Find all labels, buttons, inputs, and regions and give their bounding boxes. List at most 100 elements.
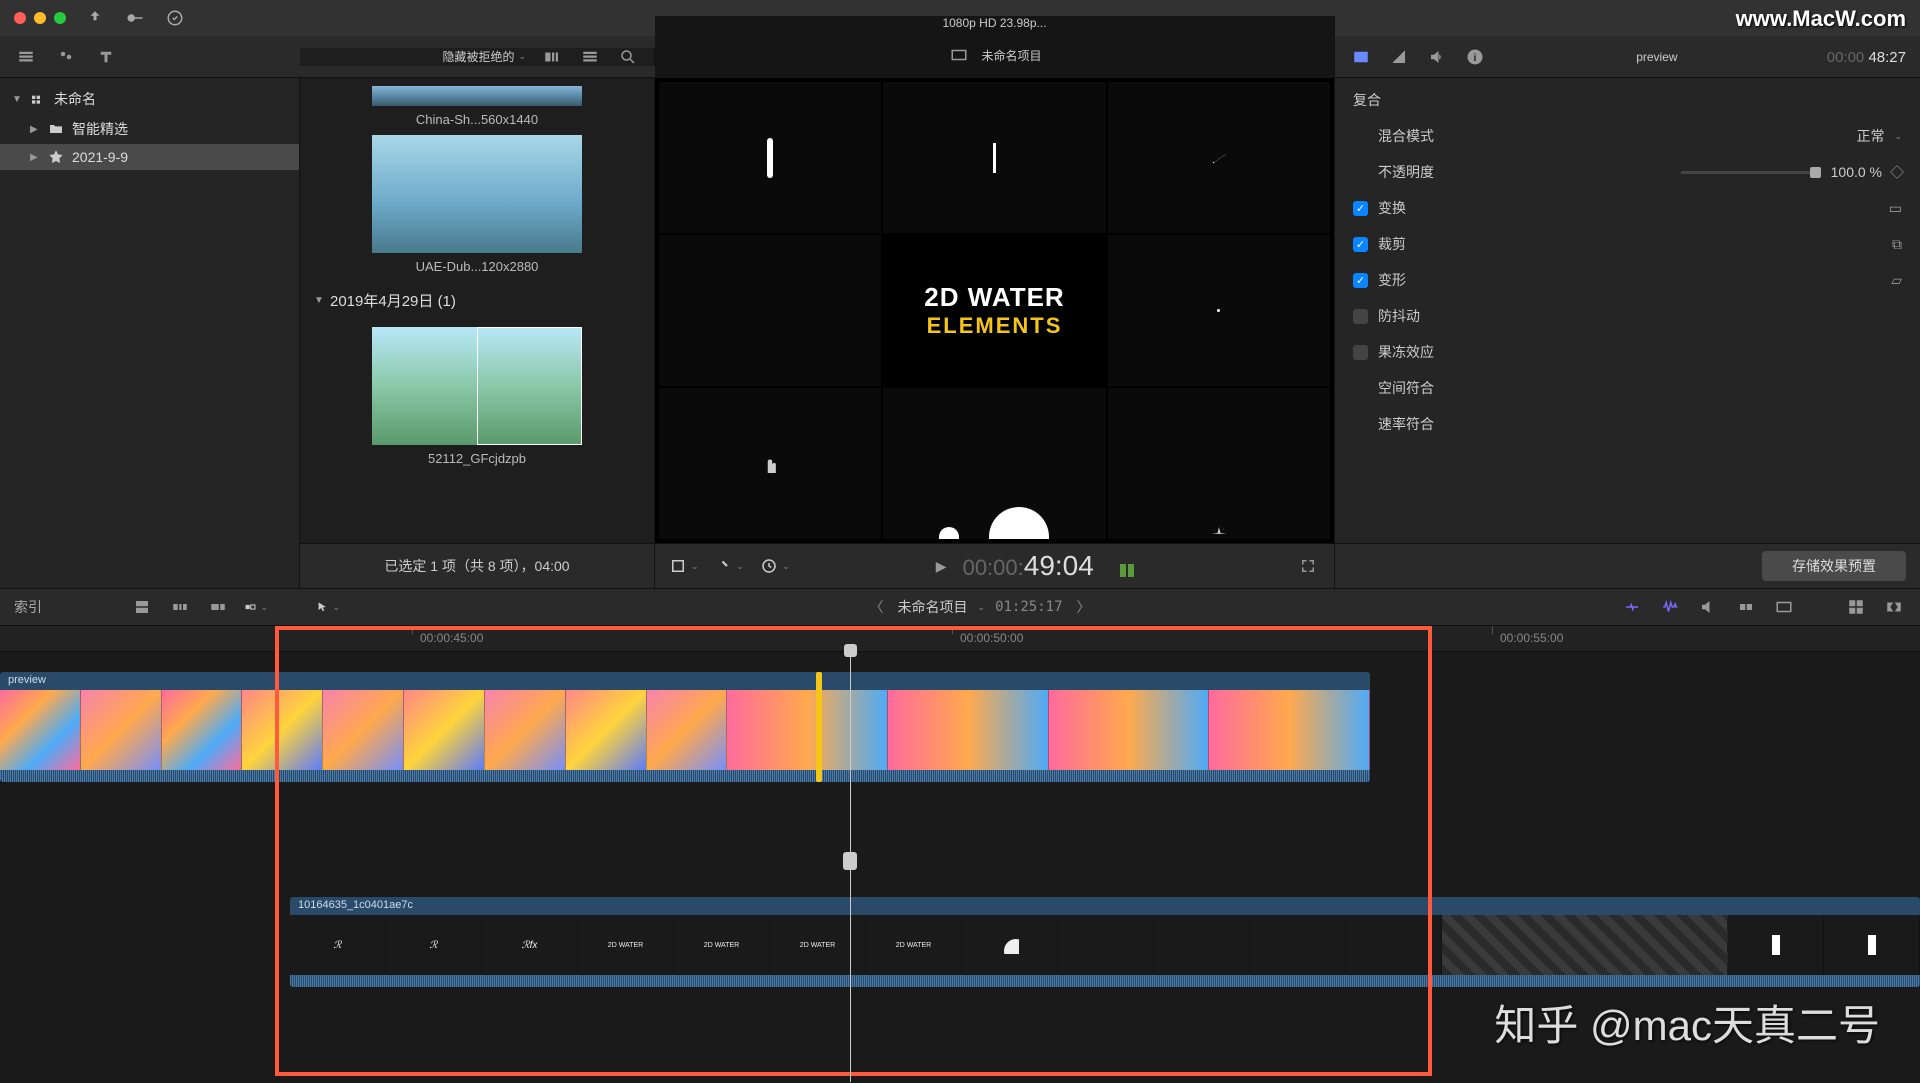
browser-clip[interactable]: China-Sh...560x1440: [310, 86, 644, 127]
inspector-spatial-conform[interactable]: 空间符合: [1335, 370, 1920, 406]
window-controls: [14, 12, 66, 24]
watermark: www.MacW.com: [1736, 6, 1906, 32]
list-view-icon[interactable]: [578, 48, 602, 66]
keyframe-icon[interactable]: [1890, 165, 1904, 179]
film-icon: [947, 46, 971, 64]
ruler-mark: 00:00:50:00: [960, 631, 1023, 645]
viewer-toolbar: ⌄ ⌄ ⌄ ▶ 00:00:49:04: [655, 543, 1334, 588]
main-area: ▼ 未命名 ▶ 智能精选 ▶ 2021-9-9 China-Sh...560x1…: [0, 78, 1920, 588]
library-sidebar: ▼ 未命名 ▶ 智能精选 ▶ 2021-9-9: [0, 78, 300, 588]
inspector-stabilize[interactable]: 防抖动: [1335, 298, 1920, 334]
inspector-crop[interactable]: ✓ 裁剪 ⧉: [1335, 226, 1920, 262]
search-icon[interactable]: [616, 48, 640, 66]
checkbox-on[interactable]: ✓: [1353, 201, 1368, 216]
inspector-timecode: 00:00 48:27: [1827, 48, 1906, 66]
distort-icon[interactable]: ▱: [1891, 272, 1902, 289]
insert-clip-icon[interactable]: [168, 598, 192, 616]
viewer: 2D WATER ELEMENTS ⌄ ⌄ ⌄ ▶ 00:00:49:04: [655, 78, 1335, 588]
library-icon[interactable]: [14, 48, 38, 66]
browser-clip-selected[interactable]: 52112_GFcjdzpb: [310, 327, 644, 466]
ruler-mark: 00:00:55:00: [1500, 631, 1563, 645]
audio-meters: [1120, 555, 1150, 577]
play-button[interactable]: ▶: [936, 558, 947, 575]
photos-icon[interactable]: [54, 48, 78, 66]
media-browser: China-Sh...560x1440 UAE-Dub...120x2880 ▼…: [300, 78, 655, 588]
viewer-title-card: 2D WATER ELEMENTS: [883, 235, 1105, 386]
inspector-rate-conform[interactable]: 速率符合: [1335, 406, 1920, 442]
maximize-window[interactable]: [54, 12, 66, 24]
event-icon: [48, 150, 64, 164]
info-inspector-icon[interactable]: i: [1463, 48, 1487, 66]
checkbox-on[interactable]: ✓: [1353, 273, 1368, 288]
inspector-opacity[interactable]: 不透明度 100.0 %: [1335, 154, 1920, 190]
color-inspector-icon[interactable]: [1387, 48, 1411, 66]
checkbox-on[interactable]: ✓: [1353, 237, 1368, 252]
video-inspector-icon[interactable]: [1349, 48, 1373, 66]
edit-point-marker[interactable]: [816, 672, 822, 782]
solo-icon[interactable]: [1696, 598, 1720, 616]
timeline-project-name[interactable]: 未命名项目: [898, 597, 968, 617]
fullscreen-icon[interactable]: [1296, 557, 1320, 575]
inspector-rolling-shutter[interactable]: 果冻效应: [1335, 334, 1920, 370]
playhead[interactable]: [850, 652, 851, 1082]
timeline-duration: 01:25:17: [995, 599, 1062, 615]
timeline[interactable]: 00:00:45:00 00:00:50:00 00:00:55:00 prev…: [0, 626, 1920, 1083]
timeline-prev[interactable]: 〈: [870, 597, 884, 617]
timeline-clip-preview[interactable]: preview: [0, 672, 1370, 782]
inspector-blend-mode[interactable]: 混合模式 正常 ⌄: [1335, 118, 1920, 154]
audio-inspector-icon[interactable]: [1425, 48, 1449, 66]
filter-dropdown[interactable]: 隐藏被拒绝的 ⌄: [442, 48, 526, 65]
crop-icon[interactable]: ⧉: [1892, 236, 1902, 253]
close-window[interactable]: [14, 12, 26, 24]
skimming-icon[interactable]: [1620, 598, 1644, 616]
timeline-toolbar: 索引 ⌄ ⌄ 〈 未命名项目⌄ 01:25:17 〉: [0, 588, 1920, 626]
checkbox-off[interactable]: [1353, 309, 1368, 324]
inspector: 复合 混合模式 正常 ⌄ 不透明度 100.0 % ✓ 变换 ▭ ✓: [1335, 78, 1920, 588]
transform-icon[interactable]: ▭: [1889, 200, 1902, 217]
opacity-slider[interactable]: [1681, 171, 1821, 174]
select-tool[interactable]: ⌄: [316, 598, 340, 616]
index-button[interactable]: 索引: [14, 597, 42, 617]
append-clip-icon[interactable]: [206, 598, 230, 616]
browser-footer: 已选定 1 项（共 8 项），04:00: [300, 543, 654, 588]
effects-browser-icon[interactable]: [1844, 598, 1868, 616]
inspector-section-composite[interactable]: 复合: [1335, 82, 1920, 118]
transitions-browser-icon[interactable]: [1882, 598, 1906, 616]
viewer-canvas[interactable]: 2D WATER ELEMENTS: [655, 78, 1334, 543]
background-tasks-icon[interactable]: [164, 7, 186, 29]
timeline-clip-water[interactable]: 10164635_1c0401ae7c ℛ ℛ ℛfx 2D WATER 2D …: [290, 897, 1920, 987]
sidebar-item-smart[interactable]: ▶ 智能精选: [0, 114, 299, 144]
transform-tool[interactable]: ⌄: [669, 557, 699, 575]
library-icon: [30, 92, 46, 106]
timeline-next[interactable]: 〉: [1077, 597, 1091, 617]
inspector-distort[interactable]: ✓ 变形 ▱: [1335, 262, 1920, 298]
folder-icon: [48, 122, 64, 136]
timeline-ruler[interactable]: 00:00:45:00 00:00:50:00 00:00:55:00: [0, 626, 1920, 652]
save-effects-preset-button[interactable]: 存储效果预置: [1762, 551, 1906, 581]
watermark-zhihu: 知乎 @mac天真二号: [1494, 992, 1880, 1053]
date-group-header[interactable]: ▼2019年4月29日 (1): [310, 282, 644, 319]
checkbox-off[interactable]: [1353, 345, 1368, 360]
viewer-project-name: 未命名项目: [981, 47, 1041, 64]
sidebar-item-event[interactable]: ▶ 2021-9-9: [0, 144, 299, 170]
clip-appearance-timeline-icon[interactable]: [1772, 598, 1796, 616]
keyword-icon[interactable]: [124, 7, 146, 29]
snapping-icon[interactable]: [1734, 598, 1758, 616]
ruler-mark: 00:00:45:00: [420, 631, 483, 645]
inspector-transform[interactable]: ✓ 变换 ▭: [1335, 190, 1920, 226]
viewer-format: 1080p HD 23.98p...: [942, 16, 1046, 30]
clip-appearance-icon[interactable]: [540, 48, 564, 66]
minimize-window[interactable]: [34, 12, 46, 24]
audio-skimming-icon[interactable]: [1658, 598, 1682, 616]
browser-clip[interactable]: UAE-Dub...120x2880: [310, 135, 644, 274]
overwrite-clip-icon[interactable]: ⌄: [244, 598, 268, 616]
inspector-title: preview: [1636, 50, 1677, 64]
retime-tool[interactable]: ⌄: [760, 557, 790, 575]
viewer-timecode[interactable]: 00:00:49:04: [963, 550, 1094, 582]
svg-text:i: i: [1474, 51, 1477, 63]
import-icon[interactable]: [84, 7, 106, 29]
enhance-tool[interactable]: ⌄: [715, 557, 745, 575]
connect-clip-icon[interactable]: [130, 598, 154, 616]
library-root[interactable]: ▼ 未命名: [0, 84, 299, 114]
titles-icon[interactable]: [94, 48, 118, 66]
